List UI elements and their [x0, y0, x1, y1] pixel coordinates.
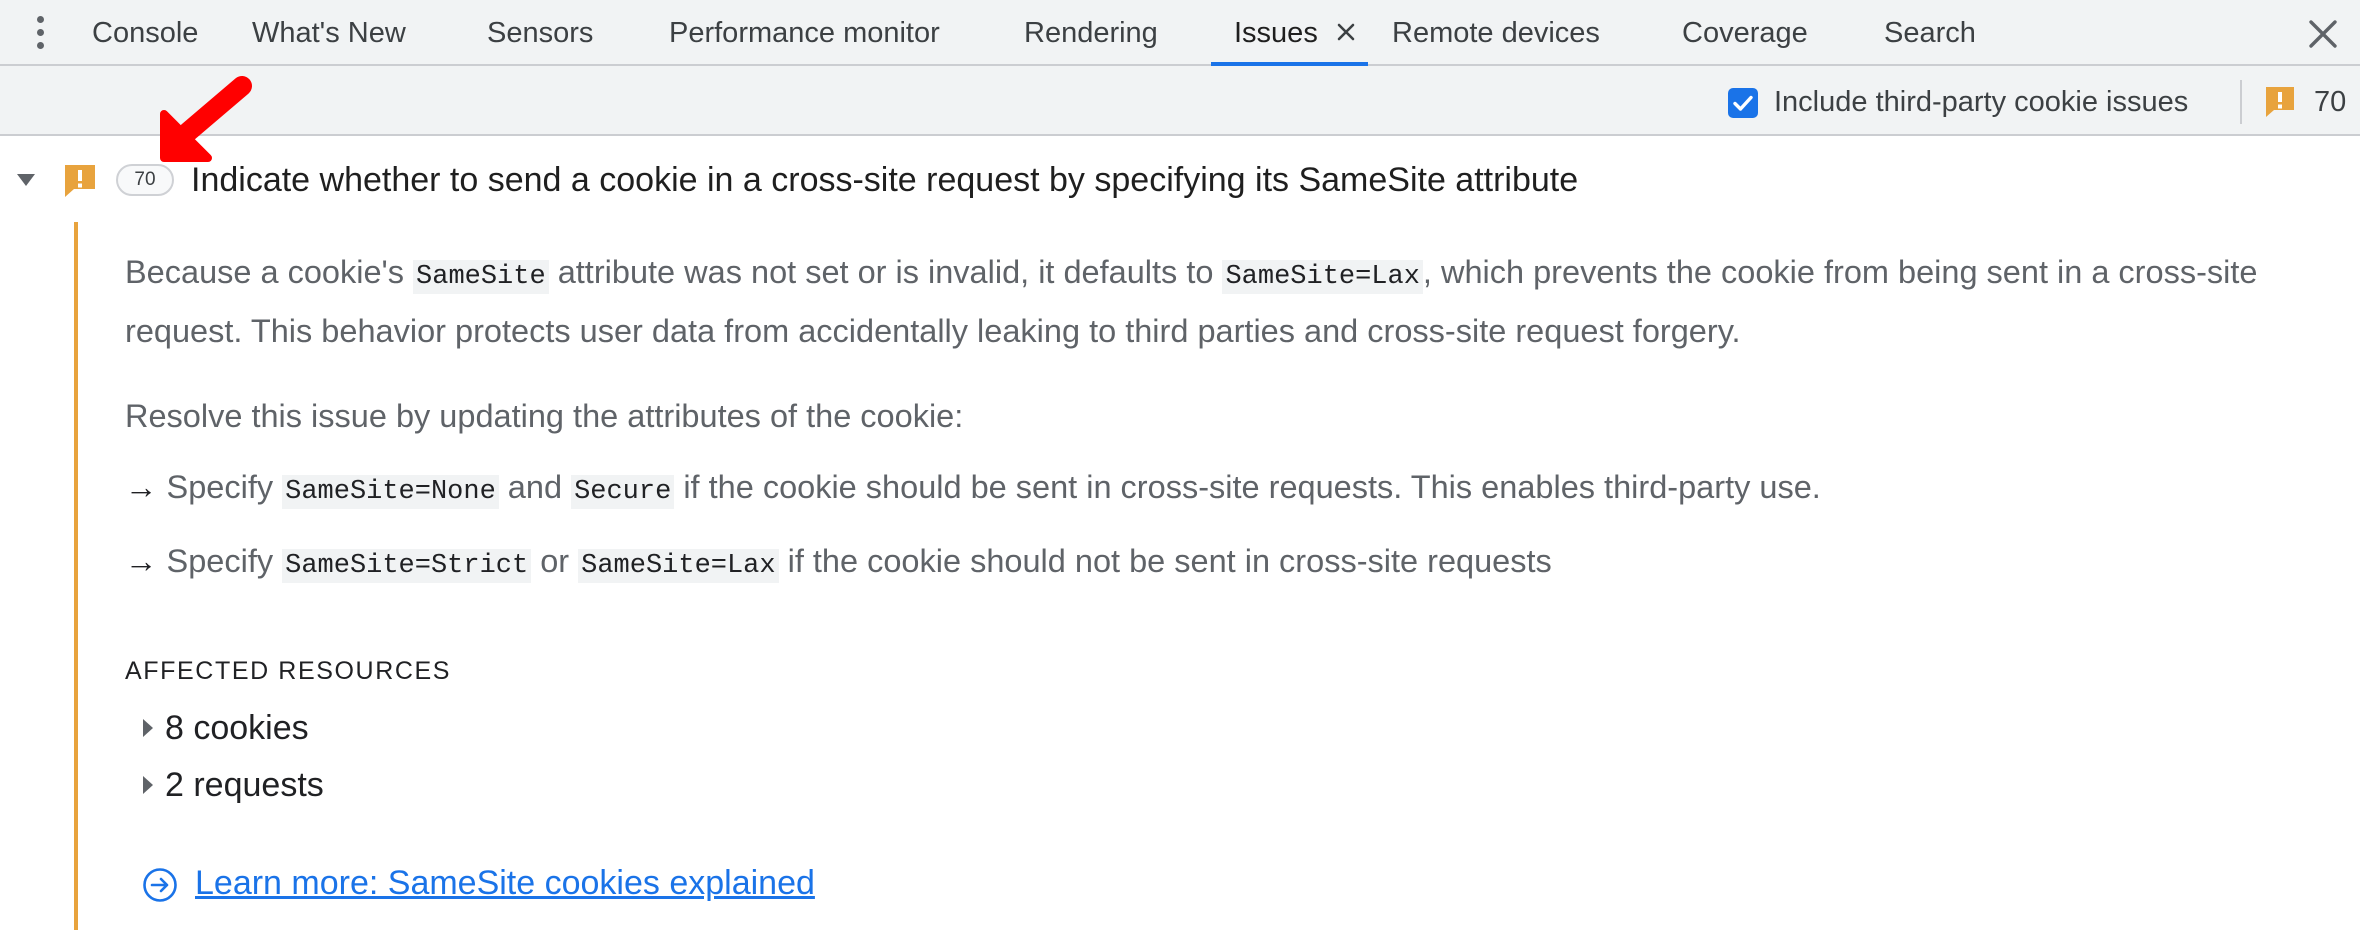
- devtools-drawer-tabbar: Console What's New Sensors Performance m…: [0, 0, 2360, 66]
- arrow-circle-right-icon: [143, 868, 177, 902]
- warning-icon: [2266, 87, 2294, 117]
- red-arrow-annotation: [160, 76, 252, 162]
- issue-title: Indicate whether to send a cookie in a c…: [191, 161, 1579, 199]
- close-icon[interactable]: [1332, 16, 1360, 48]
- triangle-right-icon[interactable]: [140, 774, 156, 796]
- checkmark-icon: [1733, 95, 1753, 111]
- tab-issues[interactable]: Issues: [1234, 0, 1318, 66]
- triangle-down-icon[interactable]: [14, 170, 38, 190]
- tab-search[interactable]: Search: [1884, 0, 1976, 66]
- issue-count: 70: [2314, 86, 2347, 118]
- issue-description: Because a cookie's SameSite attribute wa…: [125, 254, 2258, 349]
- issue-header[interactable]: 70 Indicate whether to send a cookie in …: [0, 146, 2360, 214]
- tab-coverage[interactable]: Coverage: [1682, 0, 1808, 66]
- resolution-step-2: → Specify SameSite=Strict or SameSite=La…: [125, 543, 1552, 583]
- include-third-party-checkbox[interactable]: [1728, 88, 1758, 118]
- toolbar-divider: [2240, 80, 2242, 124]
- close-drawer-icon[interactable]: [2305, 16, 2341, 52]
- include-third-party-label[interactable]: Include third-party cookie issues: [1774, 82, 2188, 122]
- more-vert-icon[interactable]: [30, 12, 50, 54]
- tab-whats-new[interactable]: What's New: [252, 0, 406, 66]
- issue-count-badge: 70: [116, 164, 174, 196]
- tab-sensors[interactable]: Sensors: [487, 0, 593, 66]
- resolution-step-1: → Specify SameSite=None and Secure if th…: [125, 469, 1821, 509]
- affected-requests-label: 2 requests: [165, 766, 324, 804]
- affected-cookies-label: 8 cookies: [165, 709, 309, 747]
- tab-console[interactable]: Console: [92, 0, 198, 66]
- resolve-instructions: Resolve this issue by updating the attri…: [125, 398, 964, 434]
- issue-details-border: [74, 222, 78, 930]
- learn-more-text[interactable]: Learn more: SameSite cookies explained: [195, 860, 815, 906]
- issues-toolbar: Include third-party cookie issues 70: [0, 66, 2360, 136]
- triangle-right-icon[interactable]: [140, 717, 156, 739]
- tab-remote-devices[interactable]: Remote devices: [1392, 0, 1600, 66]
- affected-resources-heading: AFFECTED RESOURCES: [125, 657, 452, 685]
- tab-rendering[interactable]: Rendering: [1024, 0, 1158, 66]
- warning-icon: [65, 165, 95, 197]
- tab-performance-monitor[interactable]: Performance monitor: [669, 0, 940, 66]
